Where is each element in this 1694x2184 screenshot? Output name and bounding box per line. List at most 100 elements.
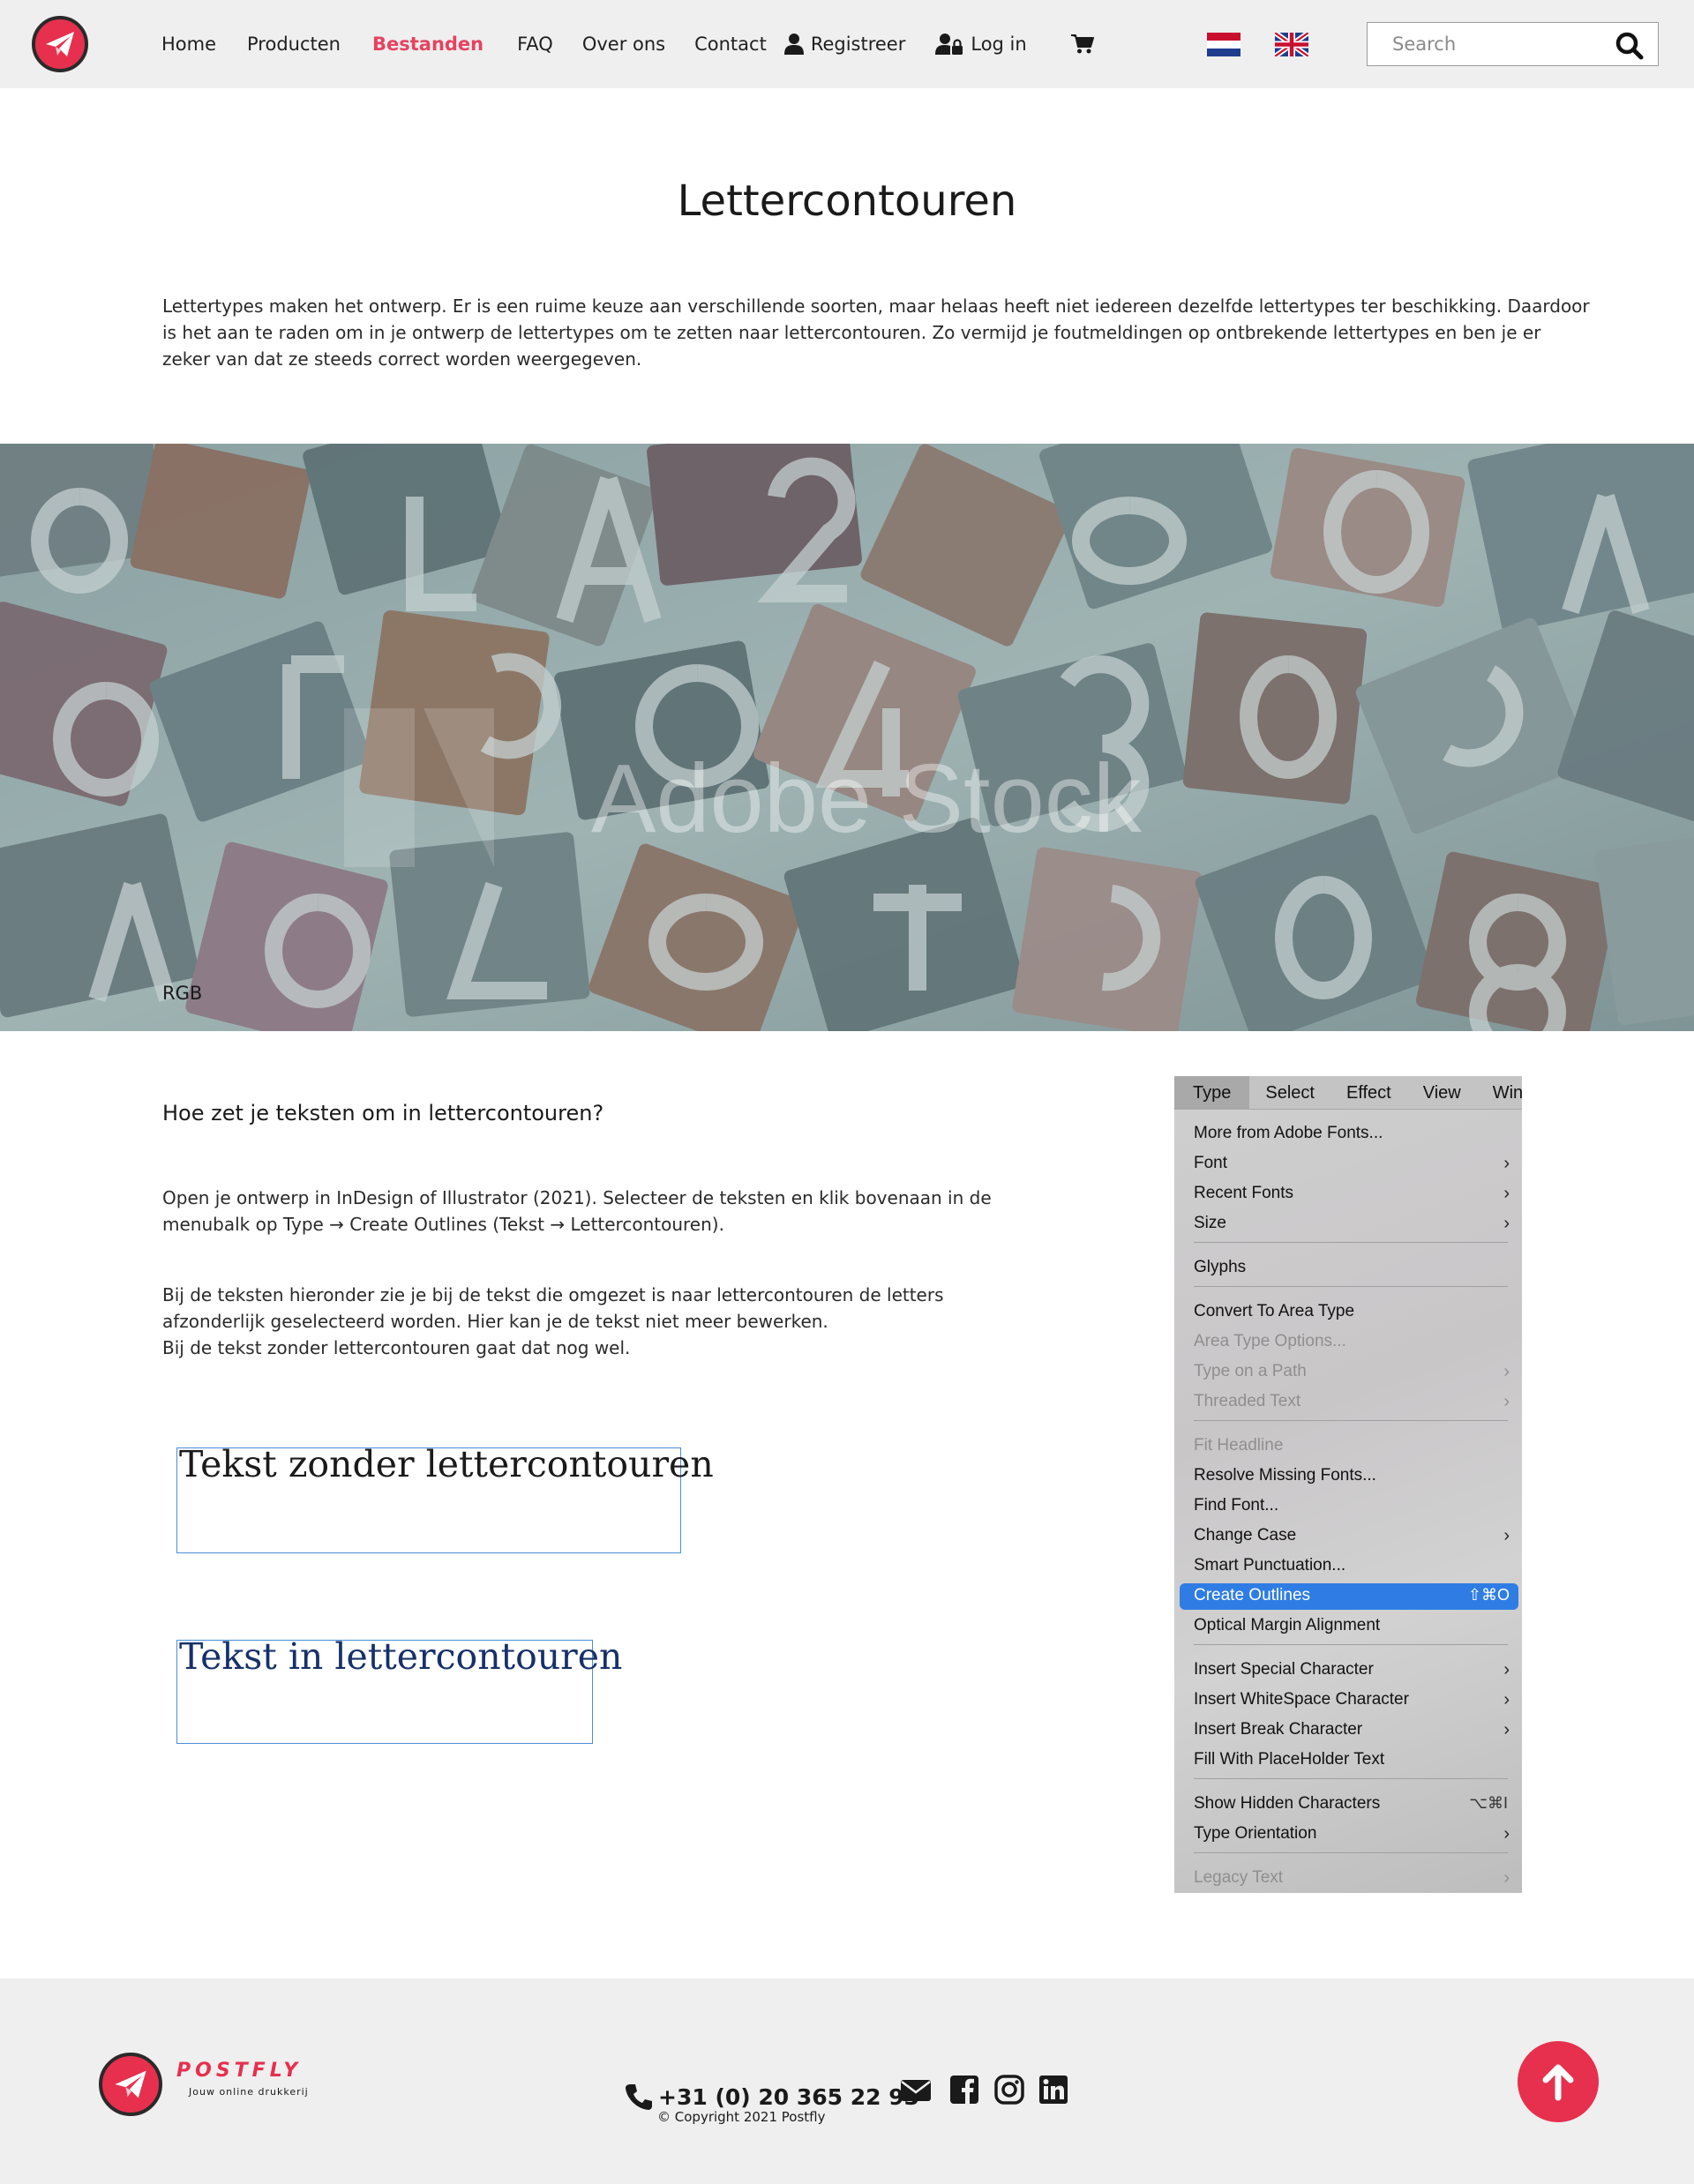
menu-item-label: Convert To Area Type [1194, 1302, 1355, 1320]
menu-item-label: Optical Margin Alignment [1194, 1616, 1381, 1634]
flag-uk-icon[interactable] [1275, 33, 1308, 56]
menu-item-label: Create Outlines [1194, 1586, 1311, 1604]
site-footer: POSTFLY Jouw online drukkerij +31 (0) 20… [0, 1978, 1694, 2184]
nav-producten[interactable]: Producten [247, 34, 341, 55]
login-label: Log in [971, 34, 1027, 55]
menu-item[interactable]: Recent Fonts › [1174, 1181, 1522, 1208]
menu-view[interactable]: View [1407, 1076, 1477, 1110]
menu-item-label: Size [1194, 1214, 1226, 1232]
menu-item-label: Font [1194, 1154, 1228, 1172]
menu-separator [1194, 1286, 1508, 1287]
menu-item[interactable]: Size › [1174, 1211, 1522, 1238]
menu-separator [1194, 1778, 1508, 1779]
menu-window[interactable]: Wind [1477, 1076, 1522, 1110]
menu-type[interactable]: Type [1174, 1076, 1250, 1110]
nav-contact[interactable]: Contact [694, 34, 767, 55]
cart-button[interactable] [1070, 34, 1101, 55]
menu-effect[interactable]: Effect [1330, 1076, 1407, 1110]
menu-item[interactable]: Insert Break Character › [1174, 1717, 1522, 1744]
phone-number: +31 (0) 20 365 22 93 [658, 2083, 920, 2110]
linkedin-icon[interactable] [1038, 2074, 1069, 2105]
menu-item[interactable]: Optical Margin Alignment [1174, 1613, 1522, 1640]
explanation-paragraph-2: Bij de tekst zonder lettercontouren gaat… [162, 1337, 631, 1358]
menu-item[interactable]: Show Hidden Characters ⌥⌘I [1174, 1791, 1522, 1818]
menu-item-label: Recent Fonts [1194, 1184, 1293, 1202]
demo-plain-textbox: Tekst zonder lettercontouren [176, 1443, 714, 1553]
hero-caption: RGB [162, 983, 203, 1004]
menu-separator [1194, 1644, 1508, 1645]
chevron-right-icon: › [1503, 1660, 1510, 1679]
login-link[interactable]: Log in [935, 33, 1027, 56]
menu-item-label: Resolve Missing Fonts... [1194, 1466, 1376, 1485]
menu-item-label: Insert Break Character [1194, 1720, 1363, 1739]
menu-item[interactable]: Create Outlines ⇧⌘O [1180, 1583, 1518, 1610]
user-lock-icon [935, 34, 963, 55]
chevron-right-icon: › [1503, 1154, 1510, 1173]
type-menu-screenshot: Type Select Effect View Wind More from A… [1174, 1076, 1522, 1893]
nav-bestanden[interactable]: Bestanden [372, 34, 483, 55]
menu-item-label: Threaded Text [1194, 1392, 1301, 1410]
explanation-paragraph: Bij de teksten hieronder zie je bij de t… [162, 1284, 944, 1332]
menu-item[interactable]: Font › [1174, 1151, 1522, 1178]
nav-faq[interactable]: FAQ [517, 34, 553, 55]
menu-item[interactable]: Glyphs [1174, 1255, 1522, 1282]
menu-item[interactable]: Resolve Missing Fonts... [1174, 1463, 1522, 1490]
menu-item[interactable]: Fill With PlaceHolder Text [1174, 1747, 1522, 1774]
menu-item-label: Fill With PlaceHolder Text [1194, 1750, 1385, 1769]
nav-over-ons[interactable]: Over ons [582, 34, 665, 55]
menu-item[interactable]: Insert WhiteSpace Character › [1174, 1687, 1522, 1714]
menu-item[interactable]: More from Adobe Fonts... [1174, 1121, 1522, 1148]
menu-item[interactable]: Convert To Area Type [1174, 1299, 1522, 1326]
menu-item-label: More from Adobe Fonts... [1194, 1124, 1383, 1142]
menu-separator [1194, 1852, 1508, 1853]
flag-nl-icon[interactable] [1207, 33, 1241, 56]
search-icon[interactable] [1615, 32, 1644, 60]
chevron-right-icon: › [1503, 1868, 1510, 1888]
menu-item-shortcut: ⌥⌘I [1469, 1794, 1508, 1812]
intro-text: Lettertypes maken het ontwerp. Er is een… [162, 295, 1590, 370]
menu-item-label: Type on a Path [1194, 1362, 1307, 1380]
site-header: Home Producten Bestanden FAQ Over ons Co… [0, 0, 1694, 88]
menu-item-label: Smart Punctuation... [1194, 1556, 1346, 1574]
instagram-icon[interactable] [993, 2074, 1025, 2105]
footer-logo-icon[interactable] [99, 2053, 162, 2116]
nav-home[interactable]: Home [161, 34, 216, 55]
paper-plane-icon [115, 2070, 146, 2098]
menu-select[interactable]: Select [1249, 1076, 1330, 1110]
section-heading: Hoe zet je teksten om in lettercontouren… [162, 1101, 604, 1126]
menu-item-label: Type Orientation [1194, 1824, 1317, 1843]
envelope-icon[interactable] [900, 2074, 932, 2105]
menu-item[interactable]: Insert Special Character › [1174, 1657, 1522, 1684]
menu-separator [1194, 1420, 1508, 1421]
menu-item-label: Fit Headline [1194, 1436, 1284, 1455]
register-link[interactable]: Registreer [783, 33, 905, 56]
back-to-top-button[interactable] [1518, 2041, 1599, 2122]
arrow-up-icon [1542, 2064, 1574, 2101]
menu-item[interactable]: Smart Punctuation... [1174, 1553, 1522, 1580]
facebook-icon[interactable] [948, 2074, 980, 2105]
search-input[interactable] [1368, 23, 1597, 65]
hero-image: Adobe Stock [0, 444, 1694, 1031]
menu-item-label: Find Font... [1194, 1496, 1279, 1515]
menu-item-label: Glyphs [1194, 1258, 1247, 1276]
instruction-paragraph: Open je ontwerp in InDesign of Illustrat… [162, 1187, 992, 1235]
phone-link[interactable]: +31 (0) 20 365 22 93 [625, 2083, 919, 2111]
menu-item-label: Legacy Text [1194, 1868, 1284, 1887]
cart-icon [1070, 34, 1094, 54]
menu-item[interactable]: Type Orientation › [1174, 1821, 1522, 1848]
menubar: Type Select Effect View Wind [1174, 1076, 1522, 1110]
main-nav: Home Producten Bestanden FAQ Over ons Co… [161, 0, 1101, 88]
footer-brand: POSTFLY [176, 2060, 303, 2082]
menu-item-label: Insert WhiteSpace Character [1194, 1690, 1409, 1709]
menu-item: Threaded Text › [1174, 1389, 1522, 1416]
logo-icon[interactable] [32, 16, 88, 72]
demo-outlined-textbox: Tekst in lettercontouren [176, 1635, 622, 1744]
paper-plane-icon [46, 32, 74, 56]
menu-item: Area Type Options... [1174, 1329, 1522, 1356]
menu-item-label: Show Hidden Characters [1194, 1794, 1381, 1813]
wooden-letters-illustration: Adobe Stock [0, 444, 1694, 1031]
menu-item[interactable]: Find Font... [1174, 1493, 1522, 1520]
search-box [1367, 22, 1659, 66]
menu-item: Type on a Path › [1174, 1359, 1522, 1386]
menu-item[interactable]: Change Case › [1174, 1523, 1522, 1550]
